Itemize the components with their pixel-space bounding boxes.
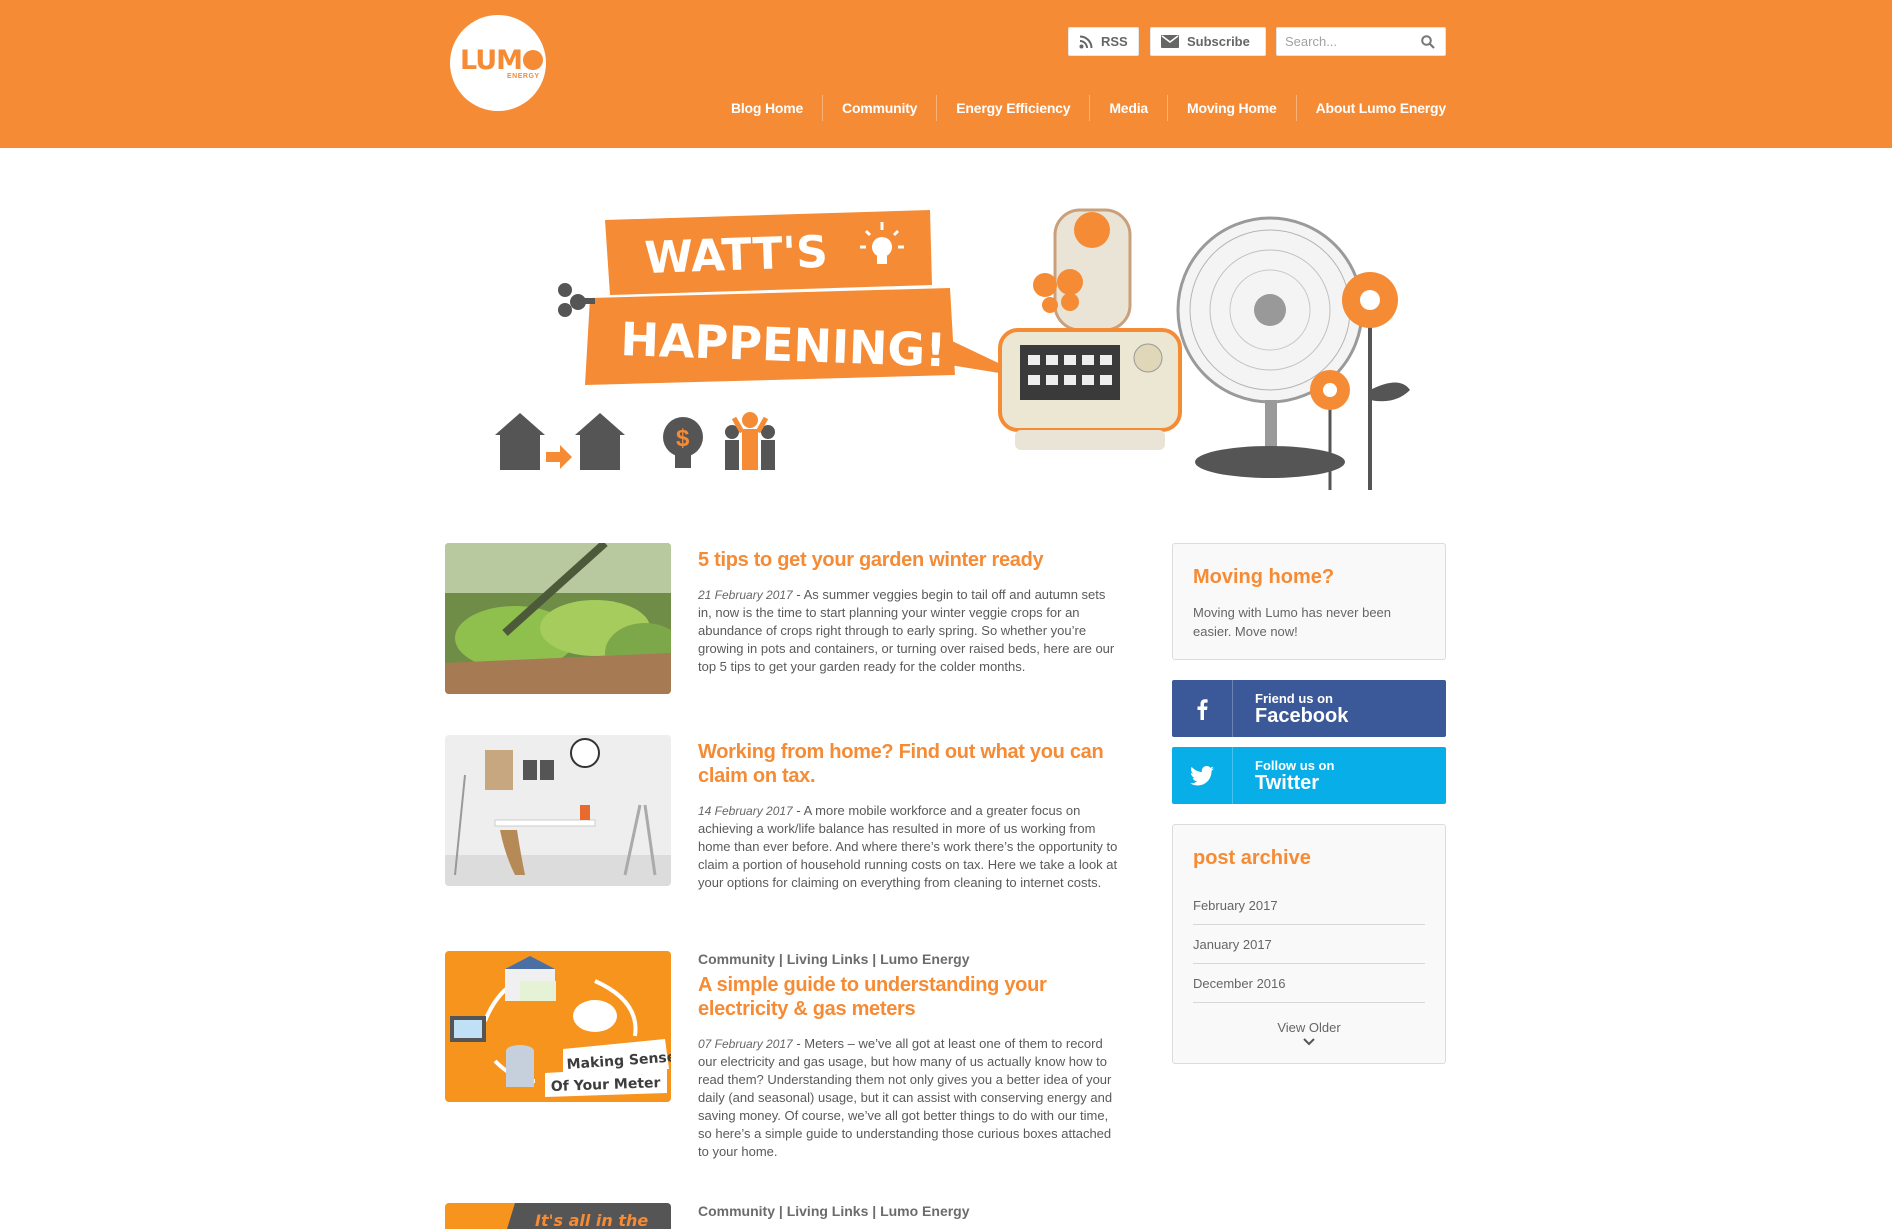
nav-community[interactable]: Community	[823, 95, 938, 121]
blender-illustration	[998, 208, 1182, 450]
archive-list: February 2017 January 2017 December 2016	[1193, 886, 1425, 1003]
view-older-button[interactable]: View Older	[1193, 1020, 1425, 1046]
logo-subtitle: ENERGY	[507, 73, 540, 80]
fan-illustration	[1176, 216, 1364, 478]
search-input[interactable]	[1277, 28, 1412, 55]
post-date: 21 February 2017	[698, 588, 793, 602]
post-body: 5 tips to get your garden winter ready 2…	[698, 543, 1118, 676]
search-icon[interactable]	[1421, 35, 1435, 49]
view-older-label: View Older	[1277, 1020, 1341, 1035]
post-body: Community | Living Links | Lumo Energy A…	[698, 951, 1118, 1161]
subscribe-label: Subscribe	[1187, 34, 1250, 49]
nav-about-lumo[interactable]: About Lumo Energy	[1297, 95, 1447, 121]
chevron-down-icon	[1303, 1038, 1315, 1046]
main-nav: Blog Home Community Energy Efficiency Me…	[712, 95, 1446, 121]
twitter-icon	[1190, 765, 1214, 785]
moving-home-icon	[495, 413, 625, 470]
moving-home-widget[interactable]: Moving home? Moving with Lumo has never …	[1172, 543, 1446, 660]
search-box	[1276, 27, 1446, 56]
hero-line1: WATT'S	[644, 227, 829, 284]
post-date: 14 February 2017	[698, 804, 793, 818]
hero-line2: HAPPENING!	[620, 312, 947, 377]
post-thumbnail[interactable]	[445, 735, 671, 886]
dollar-bulb-icon: $	[663, 417, 703, 468]
facebook-icon	[1197, 698, 1208, 720]
rss-button[interactable]: RSS	[1068, 27, 1139, 56]
nav-moving-home[interactable]: Moving Home	[1168, 95, 1297, 121]
post-title[interactable]: Working from home? Find out what you can…	[698, 740, 1118, 788]
thumb-line1: It's all in the	[535, 1211, 648, 1229]
community-icon	[725, 412, 775, 470]
post-excerpt: 14 February 2017 - A more mobile workfor…	[698, 802, 1118, 892]
svg-text:$: $	[676, 425, 690, 452]
rss-icon	[1079, 35, 1093, 48]
facebook-button[interactable]: Friend us on Facebook	[1172, 680, 1446, 737]
facebook-big-label: Facebook	[1255, 704, 1349, 727]
nav-blog-home[interactable]: Blog Home	[712, 95, 824, 121]
lumo-logo[interactable]: LUM ENERGY	[450, 15, 546, 111]
moving-home-text: Moving with Lumo has never been easier. …	[1193, 605, 1392, 639]
post-body: Working from home? Find out what you can…	[698, 735, 1118, 892]
post-excerpt: 21 February 2017 - As summer veggies beg…	[698, 586, 1118, 676]
post-title[interactable]: A simple guide to understanding your ele…	[698, 973, 1118, 1021]
twitter-small-label: Follow us on	[1255, 757, 1335, 773]
post-title[interactable]: 5 tips to get your garden winter ready	[698, 548, 1118, 572]
post-excerpt-text: - Meters – we’ve all got at least one of…	[698, 1036, 1113, 1159]
archive-title: post archive	[1193, 847, 1311, 869]
subscribe-button[interactable]: Subscribe	[1150, 27, 1266, 56]
hero-banner: WATT'S HAPPENING! $	[490, 190, 1410, 500]
archive-item[interactable]: February 2017	[1193, 886, 1425, 925]
rss-label: RSS	[1101, 34, 1128, 49]
nav-media[interactable]: Media	[1090, 95, 1169, 121]
post-thumbnail[interactable]: Making Sense Of Your Meter	[445, 951, 671, 1102]
post-categories[interactable]: Community | Living Links | Lumo Energy	[698, 1203, 1118, 1219]
post-thumbnail[interactable]: It's all in the	[445, 1203, 671, 1229]
moving-home-title: Moving home?	[1193, 566, 1335, 588]
mail-icon	[1161, 35, 1179, 48]
post-archive-widget: post archive February 2017 January 2017 …	[1172, 824, 1446, 1064]
post-excerpt: 07 February 2017 - Meters – we’ve all go…	[698, 1035, 1118, 1161]
twitter-big-label: Twitter	[1255, 771, 1320, 794]
site-header: LUM ENERGY RSS Subscribe Blog Home Commu…	[0, 0, 1892, 148]
archive-item[interactable]: December 2016	[1193, 964, 1425, 1003]
logo-wordmark: LUM	[460, 45, 523, 76]
twitter-button[interactable]: Follow us on Twitter	[1172, 747, 1446, 804]
archive-item[interactable]: January 2017	[1193, 925, 1425, 964]
logo-circle-icon	[523, 50, 544, 70]
post-body: Community | Living Links | Lumo Energy	[698, 1203, 1118, 1225]
nav-energy-efficiency[interactable]: Energy Efficiency	[937, 95, 1091, 121]
post-categories[interactable]: Community | Living Links | Lumo Energy	[698, 951, 1118, 967]
post-date: 07 February 2017	[698, 1037, 793, 1051]
post-thumbnail[interactable]	[445, 543, 671, 694]
facebook-small-label: Friend us on	[1255, 690, 1333, 706]
